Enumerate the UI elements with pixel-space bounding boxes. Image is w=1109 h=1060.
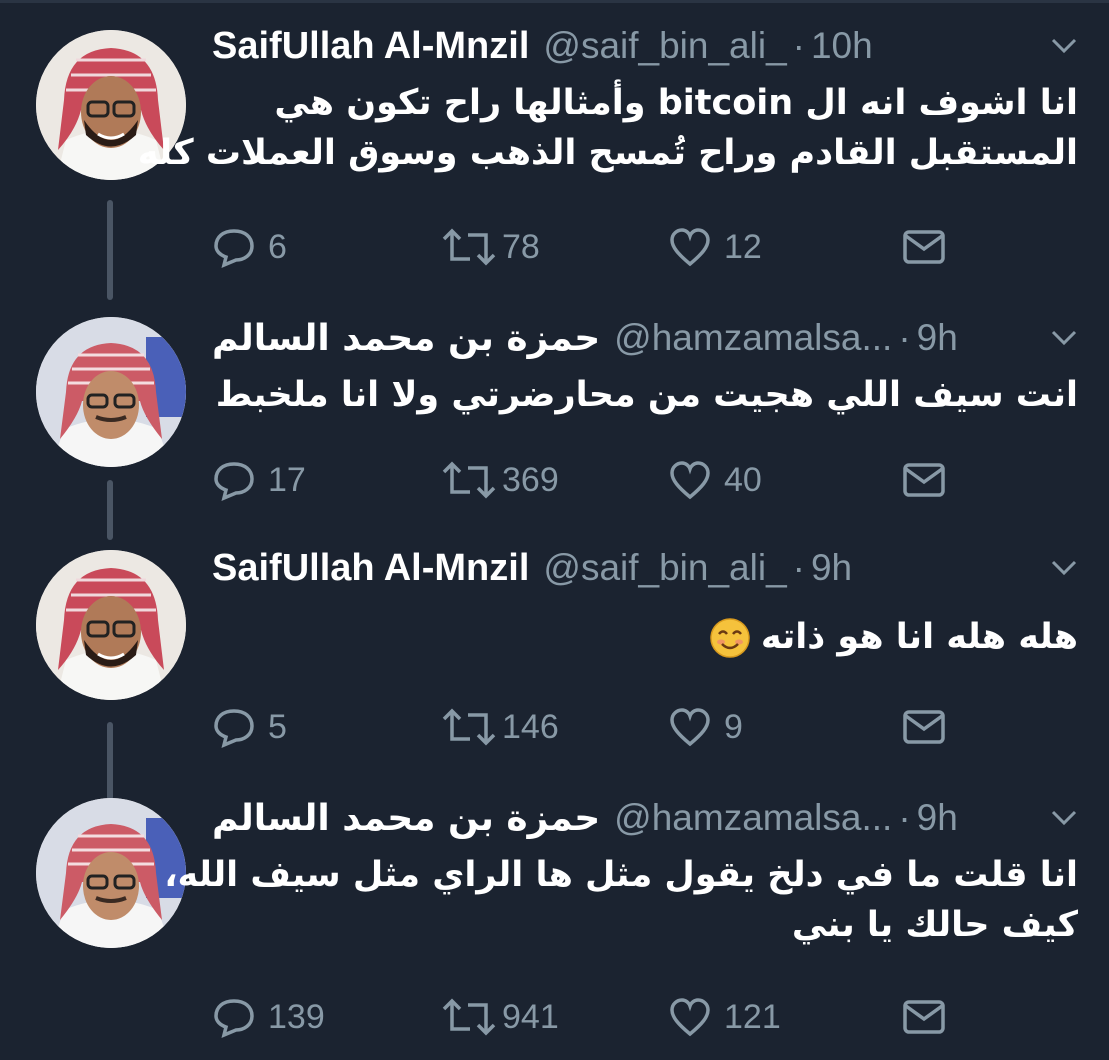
reply-count: 139 <box>268 997 325 1036</box>
envelope-icon <box>903 1000 945 1034</box>
chevron-down-icon[interactable] <box>1049 554 1079 580</box>
reply-icon <box>214 229 254 268</box>
reply-button[interactable]: 6 <box>212 222 287 272</box>
display-name[interactable]: حمزة بن محمد السالم <box>212 798 600 839</box>
username-handle[interactable]: @hamzamalsa... <box>614 797 892 839</box>
retweet-button[interactable]: 941 <box>440 992 559 1042</box>
tweet-text-line: انا قلت ما في دلخ يقول مثل ها الراي مثل … <box>164 855 1078 895</box>
reply-icon <box>214 462 254 501</box>
like-button[interactable]: 121 <box>668 992 781 1042</box>
heart-icon <box>670 461 710 500</box>
tweet-text: انت سيف اللي هجيت من محارضرتي ولا انا مل… <box>212 370 1078 420</box>
chevron-down-icon[interactable] <box>1049 32 1079 58</box>
tweet-header: حمزة بن محمد السالم @hamzamalsa... · 9h <box>212 790 1079 846</box>
tweet-text-line: المستقبل القادم وراح تُمسح الذهب وسوق ال… <box>137 133 1078 173</box>
reply-button[interactable]: 139 <box>212 992 325 1042</box>
tweet[interactable]: SaifUllah Al-Mnzil @saif_bin_ali_ · 9h ه… <box>0 530 1109 790</box>
retweet-icon <box>442 708 496 746</box>
reply-count: 6 <box>268 227 287 266</box>
tweet-header: حمزة بن محمد السالم @hamzamalsa... · 9h <box>212 310 1079 366</box>
separator-dot: · <box>792 25 805 66</box>
separator-dot: · <box>898 797 911 838</box>
direct-message-button[interactable] <box>902 455 946 505</box>
reply-button[interactable]: 5 <box>212 702 287 752</box>
retweet-button[interactable]: 146 <box>440 702 559 752</box>
tweet-actions: 5 146 9 <box>212 702 952 752</box>
envelope-icon <box>903 710 945 744</box>
tweet-actions: 17 369 40 <box>212 455 952 505</box>
envelope-icon <box>903 230 945 264</box>
tweet-header: SaifUllah Al-Mnzil @saif_bin_ali_ · 10h <box>212 18 1079 74</box>
tweet-text: انا اشوف انه ال bitcoin وأمثالها راح تكو… <box>137 78 1078 178</box>
tweet-text-line: كيف حالك يا بني <box>791 905 1078 945</box>
retweet-icon <box>442 228 496 266</box>
avatar[interactable] <box>36 550 186 700</box>
retweet-count: 369 <box>502 460 559 499</box>
like-button[interactable]: 12 <box>668 222 762 272</box>
like-count: 9 <box>724 707 743 746</box>
tweet-text-content: هله هله انا هو ذاته <box>760 617 1078 657</box>
reply-icon <box>214 709 254 748</box>
reply-icon <box>214 999 254 1038</box>
tweet[interactable]: SaifUllah Al-Mnzil @saif_bin_ali_ · 10h … <box>0 0 1109 290</box>
retweet-button[interactable]: 78 <box>440 222 540 272</box>
tweet-text-line: انت سيف اللي هجيت من محارضرتي ولا انا مل… <box>215 375 1078 415</box>
retweet-count: 941 <box>502 997 559 1036</box>
tweet-text-line: هله هله انا هو ذاته <box>212 612 1078 662</box>
heart-icon <box>670 708 710 747</box>
tweet-actions: 139 941 121 <box>212 992 952 1042</box>
direct-message-button[interactable] <box>902 222 946 272</box>
timestamp[interactable]: 10h <box>811 25 873 67</box>
separator-dot: · <box>898 317 911 358</box>
heart-icon <box>670 998 710 1037</box>
retweet-count: 78 <box>502 227 540 266</box>
tweet[interactable]: حمزة بن محمد السالم @hamzamalsa... · 9h … <box>0 290 1109 530</box>
timestamp[interactable]: 9h <box>917 317 958 359</box>
retweet-count: 146 <box>502 707 559 746</box>
retweet-icon <box>442 461 496 499</box>
display-name[interactable]: SaifUllah Al-Mnzil <box>212 25 529 68</box>
reply-count: 5 <box>268 707 287 746</box>
tweet-text-line: انا اشوف انه ال bitcoin وأمثالها راح تكو… <box>274 83 1078 123</box>
tweet-text: هله هله انا هو ذاته <box>212 612 1078 662</box>
display-name[interactable]: حمزة بن محمد السالم <box>212 318 600 359</box>
retweet-button[interactable]: 369 <box>440 455 559 505</box>
tweet-actions: 6 78 12 <box>212 222 952 272</box>
direct-message-button[interactable] <box>902 702 946 752</box>
reply-count: 17 <box>268 460 306 499</box>
like-count: 40 <box>724 460 762 499</box>
separator-dot: · <box>792 547 805 588</box>
like-count: 12 <box>724 227 762 266</box>
like-count: 121 <box>724 997 781 1036</box>
avatar[interactable] <box>36 317 186 467</box>
username-handle[interactable]: @saif_bin_ali_ <box>543 547 786 589</box>
tweet[interactable]: حمزة بن محمد السالم @hamzamalsa... · 9h … <box>0 780 1109 1060</box>
like-button[interactable]: 40 <box>668 455 762 505</box>
reply-button[interactable]: 17 <box>212 455 306 505</box>
timestamp[interactable]: 9h <box>811 547 852 589</box>
like-button[interactable]: 9 <box>668 702 743 752</box>
retweet-icon <box>442 998 496 1036</box>
timestamp[interactable]: 9h <box>917 797 958 839</box>
chevron-down-icon[interactable] <box>1049 324 1079 350</box>
envelope-icon <box>903 463 945 497</box>
chevron-down-icon[interactable] <box>1049 804 1079 830</box>
smiling-face-emoji-icon <box>710 618 750 658</box>
heart-icon <box>670 228 710 267</box>
display-name[interactable]: SaifUllah Al-Mnzil <box>212 547 529 590</box>
tweet-header: SaifUllah Al-Mnzil @saif_bin_ali_ · 9h <box>212 540 1079 596</box>
username-handle[interactable]: @saif_bin_ali_ <box>543 25 786 67</box>
username-handle[interactable]: @hamzamalsa... <box>614 317 892 359</box>
direct-message-button[interactable] <box>902 992 946 1042</box>
tweet-text: انا قلت ما في دلخ يقول مثل ها الراي مثل … <box>164 850 1078 950</box>
